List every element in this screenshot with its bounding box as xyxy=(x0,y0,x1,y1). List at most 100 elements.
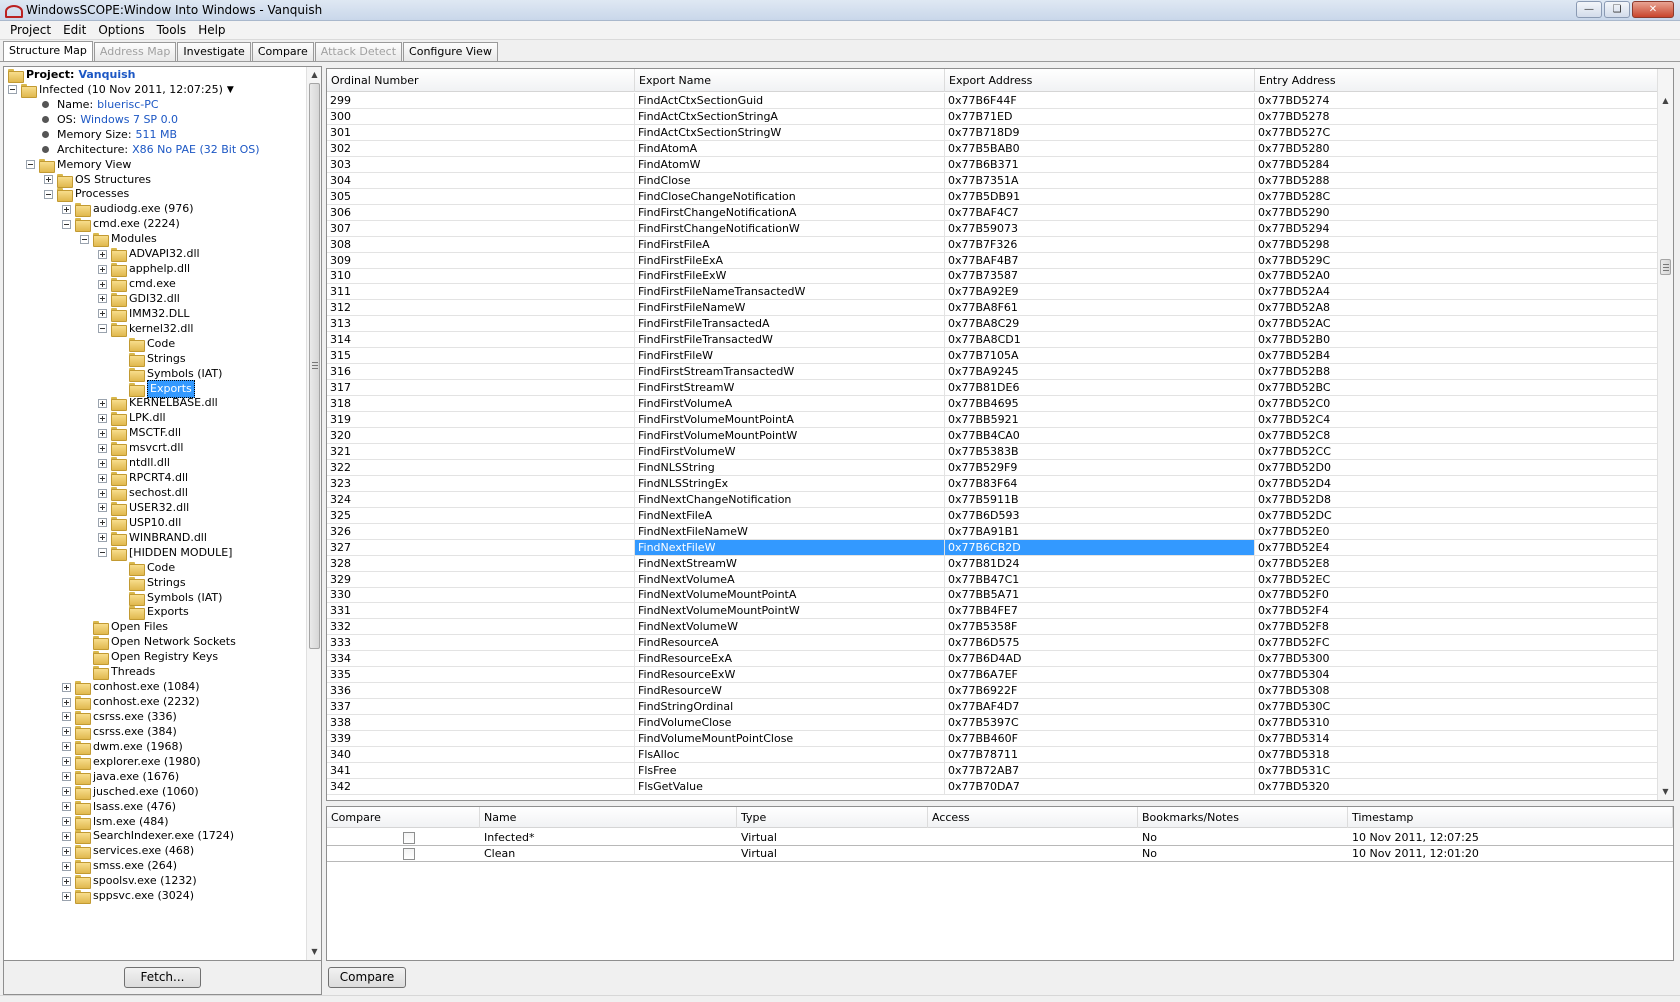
tree-node[interactable]: Code xyxy=(116,560,175,576)
table-row[interactable]: 330 FindNextVolumeMountPointA 0x77BB5A71 0x… xyxy=(327,587,1658,604)
expand-icon[interactable] xyxy=(62,757,71,767)
expand-icon[interactable] xyxy=(98,458,107,468)
tree-node[interactable]: ADVAPI32.dll xyxy=(98,246,200,263)
maximize-button[interactable]: ❏ xyxy=(1604,1,1630,18)
expand-icon[interactable] xyxy=(98,413,107,423)
tree-node[interactable]: WINBRAND.dll xyxy=(98,530,207,546)
expand-icon[interactable] xyxy=(44,175,53,184)
tree-node[interactable]: services.exe (468) xyxy=(62,843,194,860)
tree-node[interactable]: jusched.exe (1060) xyxy=(62,784,199,800)
tree-node[interactable]: conhost.exe (2232) xyxy=(62,694,200,711)
table-row[interactable]: 307 FindFirstChangeNotificationW 0x77B5907… xyxy=(327,220,1658,237)
table-row[interactable]: 327 FindNextFileW 0x77B6CB2D 0x77BD52E4 xyxy=(327,539,1658,556)
tree-scrollbar[interactable]: ▲ ▼ xyxy=(306,67,321,960)
tab-compare[interactable]: Compare xyxy=(251,42,314,61)
tree-scroll-thumb[interactable] xyxy=(309,83,320,649)
column-header[interactable]: Bookmarks/Notes xyxy=(1138,807,1348,828)
column-header[interactable]: Name xyxy=(480,807,737,828)
table-row[interactable]: 318 FindFirstVolumeA 0x77BB4695 0x77BD52C0 xyxy=(327,396,1658,413)
tree-node[interactable]: Name: bluerisc-PC xyxy=(26,97,159,113)
tree-node[interactable]: csrss.exe (336) xyxy=(62,709,177,725)
menu-tools[interactable]: Tools xyxy=(151,23,193,37)
table-row[interactable]: 316 FindFirstStreamTransactedW 0x77BA9245 0… xyxy=(327,364,1658,381)
tree-node[interactable]: LPK.dll xyxy=(98,410,166,427)
compare-row[interactable]: Clean Virtual No 10 Nov 2011, 12:01:20 xyxy=(327,846,1673,862)
structure-tree[interactable]: Project: Vanquish Infected (10 Nov 2011, 1… xyxy=(4,67,307,960)
table-row[interactable]: 337 FindStringOrdinal 0x77BAF4D7 0x77BD530C xyxy=(327,699,1658,716)
expand-icon[interactable] xyxy=(62,817,71,826)
scroll-up-icon[interactable]: ▲ xyxy=(1658,93,1673,108)
table-row[interactable]: 321 FindFirstVolumeW 0x77B5383B 0x77BD52CC xyxy=(327,443,1658,460)
tree-node[interactable]: Processes xyxy=(44,186,129,203)
tree-node[interactable]: explorer.exe (1980) xyxy=(62,754,201,770)
table-row[interactable]: 315 FindFirstFileW 0x77B7105A 0x77BD52B4 xyxy=(327,348,1658,365)
menu-edit[interactable]: Edit xyxy=(57,23,92,37)
collapse-icon[interactable] xyxy=(62,219,71,229)
tree-node[interactable]: Threads xyxy=(80,664,155,681)
tab-configure-view[interactable]: Configure View xyxy=(403,42,498,61)
expand-icon[interactable] xyxy=(62,712,71,722)
tree-node[interactable]: msvcrt.dll xyxy=(98,440,183,457)
compare-row[interactable]: Infected* Virtual No 10 Nov 2011, 12:07:25 xyxy=(327,830,1673,846)
tree-node[interactable]: dwm.exe (1968) xyxy=(62,739,183,755)
tree-node[interactable]: OS: Windows 7 SP 0.0 xyxy=(26,112,178,128)
expand-icon[interactable] xyxy=(98,279,107,289)
tree-node[interactable]: java.exe (1676) xyxy=(62,769,179,785)
table-row[interactable]: 324 FindNextChangeNotification 0x77B5911B 0… xyxy=(327,491,1658,508)
table-row[interactable]: 336 FindResourceW 0x77B6922F 0x77BD5308 xyxy=(327,683,1658,700)
expand-icon[interactable] xyxy=(62,876,71,886)
table-row[interactable]: 319 FindFirstVolumeMountPointA 0x77BB5921 0… xyxy=(327,412,1658,428)
tree-node[interactable]: Architecture: X86 No PAE (32 Bit OS) xyxy=(26,142,260,158)
tree-node[interactable]: ntdll.dll xyxy=(98,455,170,472)
tree-node[interactable]: RPCRT4.dll xyxy=(98,470,188,487)
table-row[interactable]: 306 FindFirstChangeNotificationA 0x77BAF4C… xyxy=(327,204,1658,221)
tree-node[interactable]: spoolsv.exe (1232) xyxy=(62,873,197,890)
tree-node[interactable]: Infected (10 Nov 2011, 12:07:25) ▼ xyxy=(8,82,234,98)
table-row[interactable]: 312 FindFirstFileNameW 0x77BA8F61 0x77BD52A… xyxy=(327,300,1658,317)
expand-icon[interactable] xyxy=(62,802,71,812)
expand-icon[interactable] xyxy=(62,831,71,841)
tree-node[interactable]: Memory Size: 511 MB xyxy=(26,127,177,143)
table-row[interactable]: 326 FindNextFileNameW 0x77BA91B1 0x77BD52E0 xyxy=(327,523,1658,540)
column-header[interactable]: Timestamp xyxy=(1348,807,1673,828)
expand-icon[interactable] xyxy=(98,428,107,438)
table-row[interactable]: 323 FindNLSStringEx 0x77B83F64 0x77BD52D4 xyxy=(327,475,1658,492)
expand-icon[interactable] xyxy=(62,742,71,752)
tree-node[interactable]: kernel32.dll xyxy=(98,321,193,337)
expand-icon[interactable] xyxy=(62,727,71,737)
tree-node[interactable]: IMM32.DLL xyxy=(98,306,189,322)
table-row[interactable]: 342 FlsGetValue 0x77B70DA7 0x77BD5320 xyxy=(327,778,1658,795)
table-row[interactable]: 334 FindResourceExA 0x77B6D4AD 0x77BD5300 xyxy=(327,651,1658,668)
tree-node[interactable]: apphelp.dll xyxy=(98,261,190,278)
table-row[interactable]: 311 FindFirstFileNameTransactedW 0x77BA92E… xyxy=(327,284,1658,301)
tree-node[interactable]: Symbols (IAT) xyxy=(116,590,222,606)
table-row[interactable]: 313 FindFirstFileTransactedA 0x77BA8C29 0x7… xyxy=(327,316,1658,333)
compare-button[interactable]: Compare xyxy=(328,967,406,988)
expand-icon[interactable] xyxy=(62,682,71,692)
tree-node[interactable]: Strings xyxy=(116,351,186,367)
expand-icon[interactable] xyxy=(98,249,107,259)
collapse-icon[interactable] xyxy=(80,234,89,244)
table-row[interactable]: 304 FindClose 0x77B7351A 0x77BD5288 xyxy=(327,172,1658,189)
tree-node[interactable]: Open Files xyxy=(80,619,168,636)
expand-icon[interactable] xyxy=(62,204,71,214)
table-row[interactable]: 332 FindNextVolumeW 0x77B5358F 0x77BD52F8 xyxy=(327,619,1658,636)
tree-node[interactable]: Exports xyxy=(116,379,195,398)
tree-node[interactable]: Modules xyxy=(80,231,157,248)
tree-node[interactable]: lsass.exe (476) xyxy=(62,799,176,815)
table-row[interactable]: 331 FindNextVolumeMountPointW 0x77BB4FE7 0x… xyxy=(327,603,1658,620)
table-row[interactable]: 317 FindFirstStreamW 0x77B81DE6 0x77BD52BC xyxy=(327,380,1658,397)
collapse-icon[interactable] xyxy=(44,189,53,199)
table-row[interactable]: 340 FlsAlloc 0x77B78711 0x77BD5318 xyxy=(327,746,1658,763)
tree-node[interactable]: audiodg.exe (976) xyxy=(62,201,194,218)
table-row[interactable]: 341 FlsFree 0x77B72AB7 0x77BD531C xyxy=(327,762,1658,779)
expand-icon[interactable] xyxy=(98,309,107,319)
table-row[interactable]: 339 FindVolumeMountPointClose 0x77BB460F 0x… xyxy=(327,731,1658,747)
scroll-down-icon[interactable]: ▼ xyxy=(1658,784,1673,799)
tree-node[interactable]: USER32.dll xyxy=(98,500,189,516)
tree-node[interactable]: Exports xyxy=(116,604,189,621)
expand-icon[interactable] xyxy=(62,861,71,871)
dropdown-icon[interactable]: ▼ xyxy=(227,82,234,98)
tree-node[interactable]: csrss.exe (384) xyxy=(62,724,177,740)
tree-node[interactable]: cmd.exe (2224) xyxy=(62,216,180,233)
